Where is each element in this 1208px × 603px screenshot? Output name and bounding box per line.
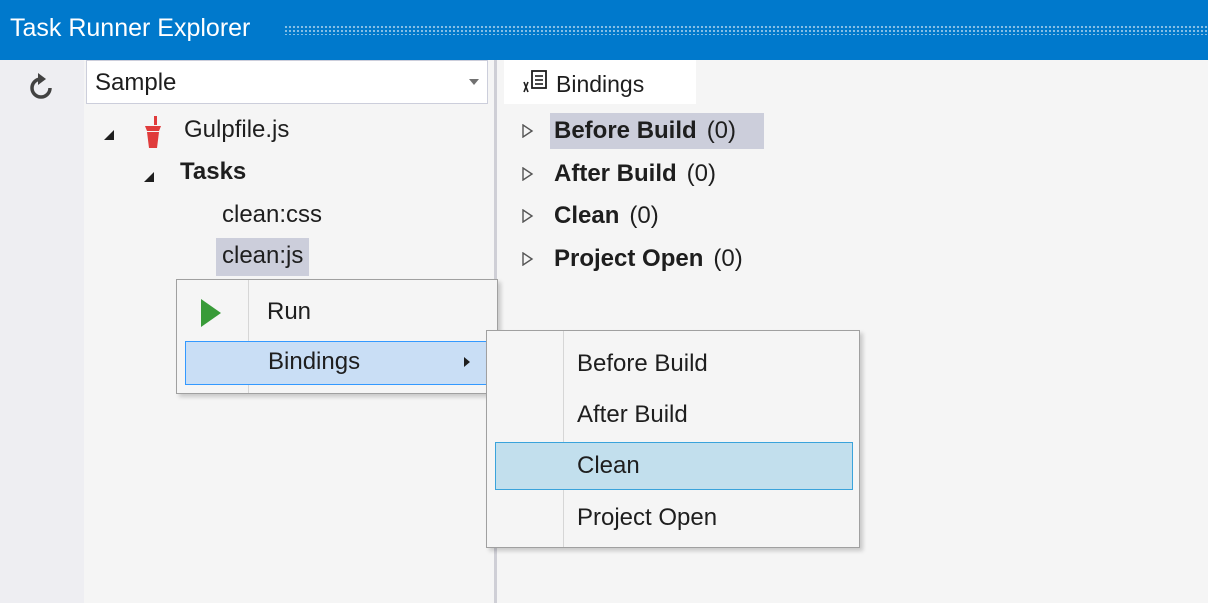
binding-count: (0): [706, 117, 737, 144]
task-label: clean:js: [222, 242, 304, 269]
project-dropdown[interactable]: Sample: [86, 60, 488, 104]
collapsed-triangle-icon: [522, 209, 534, 223]
title-bar-grip[interactable]: [284, 25, 1208, 35]
binding-name: Project Open: [554, 245, 704, 272]
collapsed-triangle-icon: [522, 124, 534, 138]
tasks-label: Tasks: [180, 158, 247, 185]
binding-name: After Build: [554, 160, 677, 187]
collapsed-triangle-icon: [522, 167, 534, 181]
tab-bindings[interactable]: Bindings: [504, 60, 696, 104]
context-menu: Run Bindings: [176, 279, 498, 394]
menu-item-run[interactable]: Run: [185, 292, 491, 336]
chevron-down-icon: [469, 79, 479, 85]
tab-bindings-label: Bindings: [556, 71, 645, 97]
menu-item-label: Run: [267, 298, 312, 325]
refresh-button[interactable]: [24, 70, 58, 104]
binding-count: (0): [686, 160, 717, 187]
task-label: clean:css: [222, 201, 323, 228]
bindings-icon: [523, 70, 547, 93]
menu-item-label: Before Build: [577, 350, 708, 377]
bindings-submenu: Before Build After Build Clean Project O…: [486, 330, 860, 548]
binding-row-before-build[interactable]: Before Build (0): [520, 113, 764, 149]
submenu-item-project-open[interactable]: Project Open: [495, 495, 853, 541]
refresh-icon: [30, 73, 52, 99]
menu-item-bindings[interactable]: Bindings: [185, 341, 491, 385]
submenu-item-after-build[interactable]: After Build: [495, 392, 853, 438]
toolbar-gutter: [0, 60, 84, 603]
task-item-selected[interactable]: clean:js: [216, 238, 310, 276]
title-bar: Task Runner Explorer: [0, 0, 1208, 60]
menu-item-label: After Build: [577, 401, 688, 428]
menu-item-label: Bindings: [268, 348, 361, 375]
menu-item-label: Project Open: [577, 504, 718, 531]
gulpfile-label: Gulpfile.js: [184, 116, 290, 143]
task-item[interactable]: clean:css: [216, 198, 328, 234]
menu-item-label: Clean: [577, 452, 640, 479]
submenu-arrow-icon: [464, 357, 470, 367]
project-dropdown-value: Sample: [95, 69, 177, 96]
gulp-cup-icon: [145, 116, 161, 148]
expanded-triangle-icon: [144, 172, 154, 182]
window-title: Task Runner Explorer: [10, 14, 251, 42]
binding-count: (0): [629, 202, 659, 229]
expanded-triangle-icon: [104, 130, 114, 140]
binding-count: (0): [713, 245, 743, 272]
collapsed-triangle-icon: [522, 252, 534, 266]
submenu-item-clean[interactable]: Clean: [495, 442, 853, 490]
submenu-item-before-build[interactable]: Before Build: [495, 341, 853, 387]
run-play-icon: [201, 299, 221, 327]
binding-name: Clean: [554, 202, 620, 229]
binding-name: Before Build: [554, 117, 697, 144]
